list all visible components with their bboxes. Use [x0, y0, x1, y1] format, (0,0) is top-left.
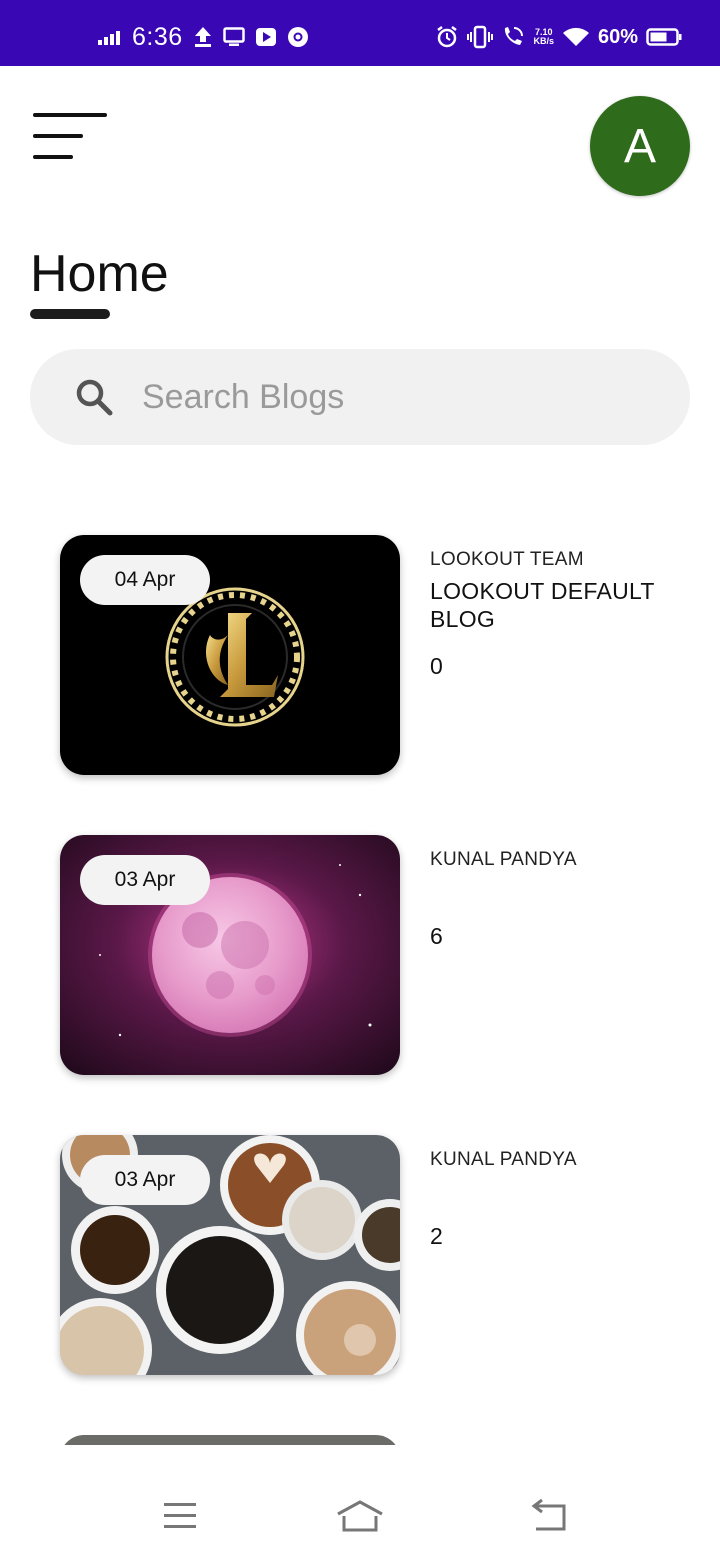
status-bar-left: 6:36: [98, 20, 309, 54]
home-icon: [337, 1500, 383, 1532]
vibrate-icon: [467, 25, 494, 49]
wifi-call-icon: [505, 27, 524, 45]
battery-percent: 60%: [597, 25, 638, 48]
blog-title[interactable]: LOOKOUT DEFAULT BLOG: [430, 577, 670, 633]
network-speed-unit: KB/s: [533, 36, 554, 46]
blog-count: 2: [430, 1223, 443, 1249]
back-button[interactable]: [520, 1496, 580, 1536]
search-bar[interactable]: [30, 349, 690, 445]
youtube-icon: [255, 28, 276, 46]
recents-button[interactable]: [150, 1496, 210, 1536]
blog-list: 04 Apr LOOKOUT TEAM LOOKOUT DEFAULT BLOG…: [0, 505, 720, 1445]
wifi-icon: [562, 27, 589, 46]
blog-card[interactable]: 04 Apr LOOKOUT TEAM LOOKOUT DEFAULT BLOG…: [60, 535, 680, 775]
status-bar-right: 7.10 KB/s 60%: [435, 20, 682, 54]
date-badge: 03 Apr: [80, 855, 210, 905]
system-nav-bar: [0, 1470, 720, 1560]
signal-icon: [98, 31, 120, 45]
clock: 6:36: [132, 22, 183, 51]
blog-thumbnail[interactable]: 04 Apr: [60, 535, 400, 775]
network-speed: 7.10 KB/s: [533, 28, 554, 46]
blog-count: 0: [430, 653, 443, 679]
date-badge: 04 Apr: [80, 555, 210, 605]
back-icon: [531, 1498, 566, 1531]
menu-button[interactable]: [30, 110, 110, 166]
date-badge: 03 Apr: [80, 1155, 210, 1205]
home-button[interactable]: [330, 1496, 390, 1536]
chrome-icon: [287, 27, 308, 47]
search-input[interactable]: [142, 349, 662, 445]
blog-card[interactable]: 03 Apr KUNAL PANDYA 2: [60, 1135, 680, 1375]
screen-icon: [222, 27, 245, 46]
blog-count: 6: [430, 923, 443, 949]
blog-author: KUNAL PANDYA: [430, 849, 577, 870]
upload-icon: [194, 27, 211, 47]
battery-icon: [646, 28, 682, 46]
avatar[interactable]: A: [590, 96, 690, 196]
blog-thumbnail[interactable]: 03 Apr: [60, 835, 400, 1075]
blog-thumbnail-partial[interactable]: [60, 1435, 400, 1445]
menu-icon: [164, 1503, 196, 1528]
blog-thumbnail[interactable]: 03 Apr: [60, 1135, 400, 1375]
blog-card[interactable]: 03 Apr KUNAL PANDYA 6: [60, 835, 680, 1075]
status-bar: 6:36 7.10 KB/s 60%: [0, 0, 720, 66]
blog-author: LOOKOUT TEAM: [430, 549, 584, 570]
blog-author: KUNAL PANDYA: [430, 1149, 577, 1170]
hamburger-icon: [33, 113, 107, 159]
title-underline: [30, 309, 110, 319]
page-title: Home: [30, 245, 169, 303]
alarm-icon: [437, 26, 458, 48]
search-icon: [76, 379, 113, 416]
